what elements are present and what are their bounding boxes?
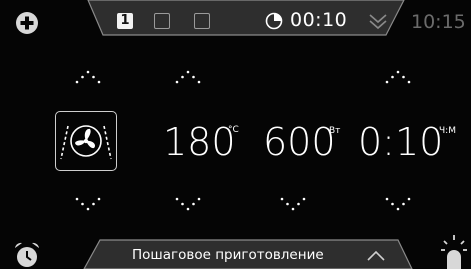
chevron-up-icon[interactable]: [366, 247, 386, 263]
fan-heating-icon: [60, 125, 112, 160]
time-up-arrow[interactable]: [385, 70, 411, 84]
time-down-arrow[interactable]: [385, 197, 411, 211]
mode-down-arrow[interactable]: [75, 197, 101, 211]
temperature-value[interactable]: 180: [163, 123, 236, 161]
power-value[interactable]: 600: [263, 123, 336, 161]
lamp-icon[interactable]: [440, 235, 468, 269]
mode-selector-button[interactable]: [55, 111, 117, 171]
pie-timer-icon: [265, 12, 283, 30]
temperature-down-arrow[interactable]: [175, 197, 201, 211]
chevron-down-icon[interactable]: [367, 10, 389, 32]
time-value[interactable]: 0:10: [358, 123, 443, 161]
temperature-unit: °C: [228, 125, 239, 135]
power-down-arrow[interactable]: [280, 197, 306, 211]
alarm-clock-icon[interactable]: [12, 240, 42, 269]
step-1-tab[interactable]: 1: [117, 13, 133, 29]
top-status-bar: [87, 0, 405, 36]
clock: 10:15: [411, 11, 466, 33]
temperature-up-arrow[interactable]: [175, 70, 201, 84]
total-timer: 00:10: [290, 9, 348, 31]
power-unit: Вт: [329, 126, 341, 136]
time-unit: Ч:М: [439, 126, 456, 136]
mode-up-arrow[interactable]: [75, 70, 101, 84]
step-3-tab[interactable]: [194, 13, 210, 29]
step-cooking-label[interactable]: Пошаговое приготовление: [132, 247, 324, 263]
add-step-icon[interactable]: [14, 10, 40, 36]
step-2-tab[interactable]: [154, 13, 170, 29]
